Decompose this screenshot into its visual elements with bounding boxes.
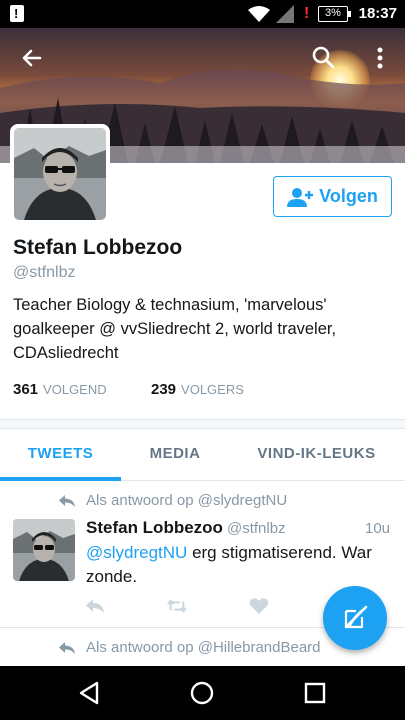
avatar-image	[14, 128, 106, 220]
battery-alert-icon: !	[304, 5, 310, 22]
retweet-icon	[167, 599, 187, 613]
profile-name: Stefan Lobbezoo	[13, 236, 183, 259]
tab-likes[interactable]: VIND-IK-LEUKS	[238, 429, 395, 481]
reply-icon	[59, 641, 75, 654]
tweet-mention[interactable]: @slydregtNU	[86, 543, 187, 562]
android-nav-bar	[0, 666, 405, 720]
add-user-icon	[287, 187, 314, 207]
following-stat[interactable]: 361 VOLGEND	[13, 381, 107, 398]
reply-context-text: Als antwoord op @HillebrandBeard	[86, 639, 321, 656]
tweet-timestamp: 10u	[365, 520, 391, 537]
heart-icon	[249, 598, 269, 614]
retweet-button[interactable]	[167, 597, 187, 617]
signal-icon	[276, 5, 294, 23]
tweet-avatar[interactable]	[13, 519, 75, 581]
reply-context[interactable]: Als antwoord op @HillebrandBeard	[58, 639, 321, 656]
wifi-icon	[248, 6, 270, 22]
followers-stat[interactable]: 239 VOLGERS	[151, 381, 244, 398]
reply-icon	[86, 599, 104, 613]
follow-button[interactable]: Volgen	[273, 176, 392, 217]
reply-context-text: Als antwoord op @slydregtNU	[86, 492, 288, 509]
following-count: 361	[13, 381, 39, 398]
profile-tabs: TWEETS MEDIA VIND-IK-LEUKS	[0, 429, 405, 481]
followers-count: 239	[151, 381, 177, 398]
notification-alert-icon	[10, 5, 24, 22]
profile-avatar[interactable]	[10, 124, 110, 224]
tab-media[interactable]: MEDIA	[121, 429, 229, 481]
reply-icon	[59, 494, 75, 507]
compose-tweet-button[interactable]	[323, 586, 387, 650]
more-options-button[interactable]	[364, 42, 396, 74]
tweet-author-handle: @stfnlbz	[227, 520, 286, 537]
tweet-author-name[interactable]: Stefan Lobbezoo	[86, 518, 223, 538]
tab-tweets[interactable]: TWEETS	[0, 429, 121, 481]
reply-context[interactable]: Als antwoord op @slydregtNU	[58, 492, 287, 509]
nav-home-icon[interactable]	[189, 680, 215, 706]
like-button[interactable]	[249, 597, 269, 617]
nav-back-icon[interactable]	[77, 680, 103, 706]
profile-bio: Teacher Biology & technasium, 'marvelous…	[13, 296, 337, 362]
clock: 18:37	[358, 5, 397, 22]
more-vertical-icon	[377, 47, 383, 69]
follow-button-label: Volgen	[319, 186, 378, 206]
search-icon	[312, 46, 335, 69]
tweet-text: @slydregtNU erg stigmatiserend. War zond…	[86, 541, 396, 589]
profile-handle: @stfnlbz	[13, 264, 76, 281]
back-arrow-icon	[22, 49, 42, 67]
battery-indicator: 3%	[318, 6, 351, 22]
search-button[interactable]	[308, 42, 340, 74]
nav-recents-icon[interactable]	[302, 680, 328, 706]
section-divider	[0, 419, 405, 429]
reply-button[interactable]	[85, 597, 105, 617]
status-bar: ! 3% 18:37	[0, 0, 405, 28]
followers-label: VOLGERS	[181, 382, 244, 397]
back-button[interactable]	[16, 42, 48, 74]
compose-feather-icon	[344, 605, 368, 629]
following-label: VOLGEND	[43, 382, 107, 397]
